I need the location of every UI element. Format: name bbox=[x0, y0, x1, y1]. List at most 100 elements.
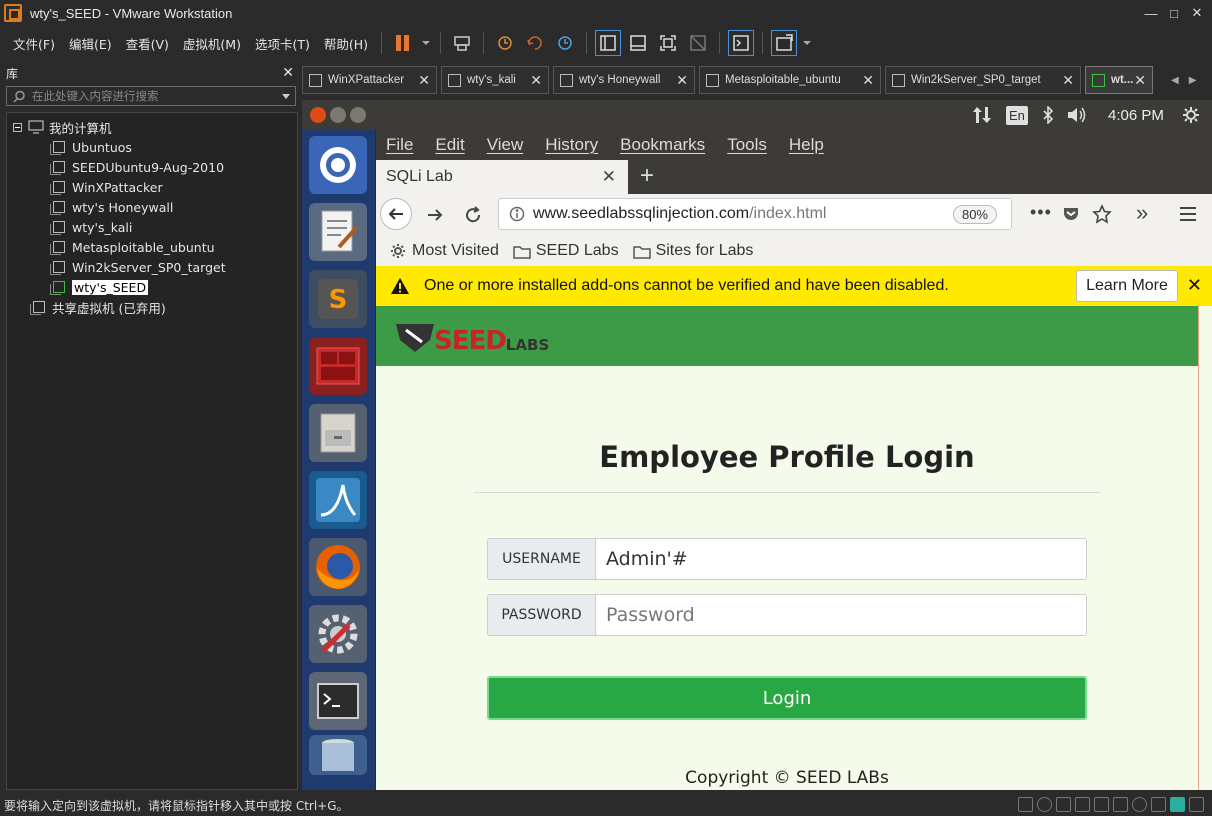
stretch-dropdown-icon[interactable] bbox=[801, 30, 813, 56]
system-settings-icon[interactable] bbox=[309, 605, 367, 663]
hamburger-menu-icon[interactable] bbox=[1180, 206, 1198, 225]
sidebar-toggle-icon[interactable] bbox=[595, 30, 622, 56]
ff-menu-history[interactable]: History bbox=[545, 135, 598, 155]
tree-vm-item[interactable]: SEEDUbuntu9-Aug-2010 bbox=[50, 158, 224, 176]
close-tab-icon[interactable]: ✕ bbox=[1134, 72, 1146, 89]
back-button[interactable] bbox=[380, 198, 412, 230]
ff-menu-help[interactable]: Help bbox=[789, 135, 824, 155]
fullscreen-icon[interactable] bbox=[655, 30, 681, 56]
menu-view[interactable]: 查看(V) bbox=[119, 34, 176, 53]
menu-file[interactable]: 文件(F) bbox=[6, 34, 62, 53]
ff-menu-file[interactable]: File bbox=[386, 135, 413, 155]
revert-snapshot-icon[interactable] bbox=[522, 30, 548, 56]
send-ctrl-alt-del-icon[interactable] bbox=[449, 30, 475, 56]
password-field[interactable]: PASSWORD Password bbox=[487, 594, 1087, 636]
unity-mode-icon[interactable] bbox=[685, 30, 711, 56]
search-dropdown-icon[interactable] bbox=[281, 93, 291, 101]
close-tab-icon[interactable]: ✕ bbox=[530, 72, 542, 89]
bookmark-seed-labs[interactable]: SEED Labs bbox=[513, 242, 619, 260]
close-window-button[interactable]: ✕ bbox=[1182, 0, 1212, 26]
vm-tab[interactable]: wty's_kali ✕ bbox=[441, 66, 549, 94]
tree-root-my-computer[interactable]: 我的计算机 bbox=[13, 118, 112, 136]
tree-shared-vms[interactable]: 共享虚拟机 (已弃用) bbox=[30, 298, 166, 316]
tree-vm-item[interactable]: Ubuntuos bbox=[50, 138, 132, 156]
library-search-input[interactable]: 在此处键入内容进行搜索 bbox=[6, 86, 296, 106]
username-input[interactable]: Admin'# bbox=[596, 539, 1086, 579]
snapshot-manager-icon[interactable] bbox=[552, 30, 578, 56]
window-close-icon[interactable] bbox=[310, 107, 326, 123]
menu-edit[interactable]: 编辑(E) bbox=[62, 34, 119, 53]
printer-icon[interactable] bbox=[1113, 797, 1128, 812]
browser-tab-active[interactable]: SQLi Lab ✕ bbox=[376, 160, 628, 194]
ff-menu-edit[interactable]: Edit bbox=[435, 135, 464, 155]
terminal-icon[interactable] bbox=[309, 672, 367, 730]
close-notification-icon[interactable]: ✕ bbox=[1187, 275, 1202, 296]
close-tab-icon[interactable]: ✕ bbox=[1062, 72, 1074, 89]
ff-menu-tools[interactable]: Tools bbox=[727, 135, 767, 155]
network-adapter-icon[interactable] bbox=[1056, 797, 1071, 812]
login-button[interactable]: Login bbox=[487, 676, 1087, 720]
bluetooth-icon[interactable] bbox=[1042, 100, 1054, 130]
vm-tab[interactable]: Metasploitable_ubuntu ✕ bbox=[699, 66, 881, 94]
zoom-indicator[interactable]: 80% bbox=[952, 205, 997, 224]
close-library-icon[interactable]: ✕ bbox=[282, 65, 294, 81]
terminal-red-icon[interactable] bbox=[309, 337, 367, 395]
sublime-text-icon[interactable]: S bbox=[309, 270, 367, 328]
ff-menu-bookmarks[interactable]: Bookmarks bbox=[620, 135, 705, 155]
volume-icon[interactable] bbox=[1066, 100, 1088, 130]
page-scrollbar[interactable] bbox=[1198, 306, 1212, 790]
text-editor-icon[interactable] bbox=[309, 203, 367, 261]
hard-disk-icon[interactable] bbox=[1018, 797, 1033, 812]
ff-menu-view[interactable]: View bbox=[487, 135, 524, 155]
snapshot-icon[interactable] bbox=[492, 30, 518, 56]
tree-vm-item[interactable]: wty's_kali bbox=[50, 218, 132, 236]
overflow-menu-icon[interactable]: » bbox=[1136, 200, 1148, 226]
username-field[interactable]: USERNAME Admin'# bbox=[487, 538, 1087, 580]
sound-card-icon[interactable] bbox=[1094, 797, 1109, 812]
tree-vm-item[interactable]: WinXPattacker bbox=[50, 178, 163, 196]
camera-icon[interactable] bbox=[1132, 797, 1147, 812]
guest-display[interactable]: En 4:06 PM S File Edit View History Book… bbox=[302, 100, 1212, 790]
pause-icon[interactable] bbox=[390, 30, 416, 56]
forward-arrow-icon[interactable] bbox=[426, 206, 444, 227]
wireshark-icon[interactable] bbox=[309, 471, 367, 529]
bluetooth-device-icon[interactable] bbox=[1151, 797, 1166, 812]
page-actions-icon[interactable]: ••• bbox=[1030, 202, 1052, 223]
clock[interactable]: 4:06 PM bbox=[1108, 100, 1164, 130]
message-log-icon[interactable] bbox=[1170, 797, 1185, 812]
file-cabinet-icon[interactable] bbox=[309, 404, 367, 462]
usb-icon[interactable] bbox=[1075, 797, 1090, 812]
menu-vm[interactable]: 虚拟机(M) bbox=[176, 34, 248, 53]
pocket-icon[interactable] bbox=[1062, 205, 1080, 226]
collapse-icon[interactable] bbox=[13, 122, 22, 132]
close-tab-icon[interactable]: ✕ bbox=[676, 72, 688, 89]
close-browser-tab-icon[interactable]: ✕ bbox=[602, 167, 616, 187]
network-icon[interactable] bbox=[972, 100, 992, 130]
tree-vm-item[interactable]: Win2kServer_SP0_target bbox=[50, 258, 226, 276]
stretch-status-icon[interactable] bbox=[1189, 797, 1204, 812]
dash-home-icon[interactable] bbox=[309, 136, 367, 194]
cd-dvd-icon[interactable] bbox=[1037, 797, 1052, 812]
window-maximize-icon[interactable] bbox=[350, 107, 366, 123]
vm-tab[interactable]: wty's Honeywall ✕ bbox=[553, 66, 695, 94]
menu-tabs[interactable]: 选项卡(T) bbox=[248, 34, 317, 53]
close-tab-icon[interactable]: ✕ bbox=[418, 72, 430, 89]
bookmark-sites-for-labs[interactable]: Sites for Labs bbox=[632, 242, 753, 260]
new-tab-icon[interactable]: + bbox=[640, 162, 654, 190]
bookmark-star-icon[interactable] bbox=[1092, 204, 1112, 227]
stretch-guest-icon[interactable] bbox=[771, 30, 798, 56]
vm-tab-active[interactable]: wt... ✕ bbox=[1085, 66, 1153, 94]
menu-help[interactable]: 帮助(H) bbox=[317, 34, 375, 53]
bookmark-most-visited[interactable]: Most Visited bbox=[390, 242, 499, 260]
tree-vm-item-selected[interactable]: wty's_SEED bbox=[50, 278, 149, 296]
site-info-icon[interactable] bbox=[509, 206, 525, 222]
vm-tab[interactable]: WinXPattacker ✕ bbox=[302, 66, 437, 94]
keyboard-layout-indicator[interactable]: En bbox=[1006, 100, 1028, 130]
pause-dropdown-icon[interactable] bbox=[420, 30, 432, 56]
tab-scroll-right-icon[interactable]: ▶ bbox=[1189, 75, 1197, 86]
window-minimize-icon[interactable] bbox=[330, 107, 346, 123]
tree-vm-item[interactable]: Metasploitable_ubuntu bbox=[50, 238, 215, 256]
vm-tab[interactable]: Win2kServer_SP0_target ✕ bbox=[885, 66, 1081, 94]
firefox-icon[interactable] bbox=[309, 538, 367, 596]
reload-icon[interactable] bbox=[464, 206, 482, 227]
